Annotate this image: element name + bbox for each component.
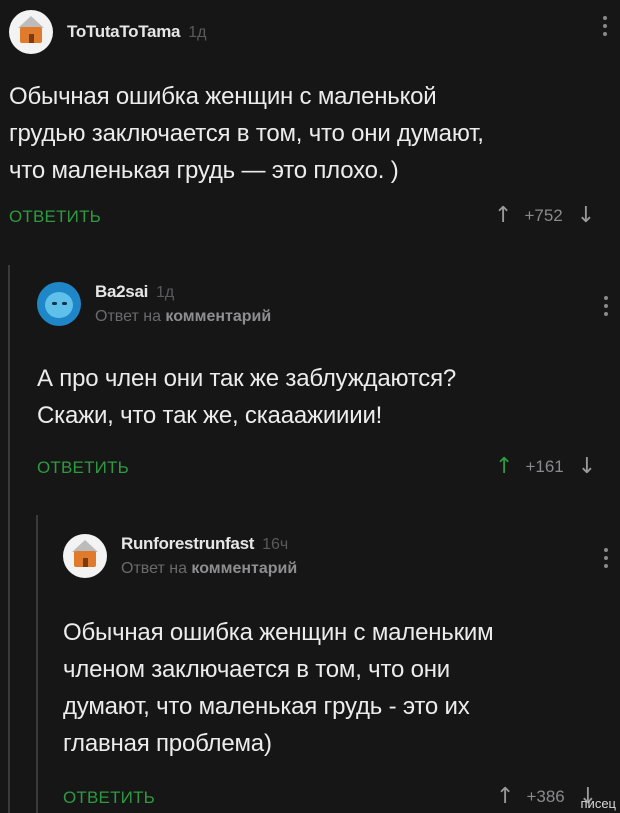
thread-line-level-2 [36,515,38,813]
more-options-icon[interactable] [604,548,608,572]
upvote-arrow-icon[interactable]: ↑ [496,784,514,809]
reply-to-link[interactable]: комментарий [191,560,297,577]
score: +752 [524,205,563,225]
downvote-arrow-icon[interactable]: ↓ [577,203,595,228]
reply-to-link[interactable]: комментарий [165,308,271,325]
upvote-arrow-icon[interactable]: ↑ [495,454,513,479]
username[interactable]: Runforestrunfast [121,534,254,554]
comment-actions: ОТВЕТИТЬ [63,788,155,808]
thread-line-level-1 [8,265,10,813]
comment-meta: Runforestrunfast 16ч Ответ на комментари… [121,534,297,578]
comment-1: ToTutaToTama 1д Обычная ошибка женщин с … [9,6,613,189]
more-options-icon[interactable] [603,16,607,40]
comment-3: Runforestrunfast 16ч Ответ на комментари… [63,520,613,762]
avatar[interactable] [37,282,81,326]
comment-actions: ОТВЕТИТЬ [37,458,129,478]
comment-header: ToTutaToTama 1д [9,6,613,58]
timestamp: 16ч [262,536,289,553]
score: +386 [526,786,565,806]
avatar[interactable] [9,10,53,54]
comment-text: А про член они так же заблуждаются? Скаж… [37,365,457,429]
vote-controls: ↑ +752 ↓ [494,203,595,228]
blue-face-icon [45,292,73,318]
comment-header: Runforestrunfast 16ч Ответ на комментари… [63,520,613,592]
comment-text: Обычная ошибка женщин с маленьким членом… [63,619,494,757]
avatar[interactable] [63,534,107,578]
upvote-arrow-icon[interactable]: ↑ [494,203,512,228]
reply-button[interactable]: ОТВЕТИТЬ [37,458,129,478]
comment-header: Ba2sai 1д Ответ на комментарий [37,268,613,340]
score: +161 [525,456,564,476]
watermark: писец [580,796,616,811]
more-options-icon[interactable] [604,296,608,320]
reply-button[interactable]: ОТВЕТИТЬ [63,788,155,808]
username[interactable]: ToTutaToTama [67,22,180,42]
comment-meta: ToTutaToTama 1д [67,22,206,42]
comment-2: Ba2sai 1д Ответ на комментарий А про чле… [37,268,613,434]
reply-to-label: Ответ на комментарий [95,308,272,325]
reply-to-label: Ответ на комментарий [121,560,298,577]
timestamp: 1д [188,24,207,41]
comment-actions: ОТВЕТИТЬ [9,207,101,227]
vote-controls: ↑ +161 ↓ [495,454,596,479]
comment-meta: Ba2sai 1д Ответ на комментарий [95,282,271,326]
username[interactable]: Ba2sai [95,282,148,302]
timestamp: 1д [156,284,175,301]
downvote-arrow-icon[interactable]: ↓ [578,454,596,479]
reply-button[interactable]: ОТВЕТИТЬ [9,207,101,227]
comment-text: Обычная ошибка женщин с маленькой грудью… [9,83,484,184]
